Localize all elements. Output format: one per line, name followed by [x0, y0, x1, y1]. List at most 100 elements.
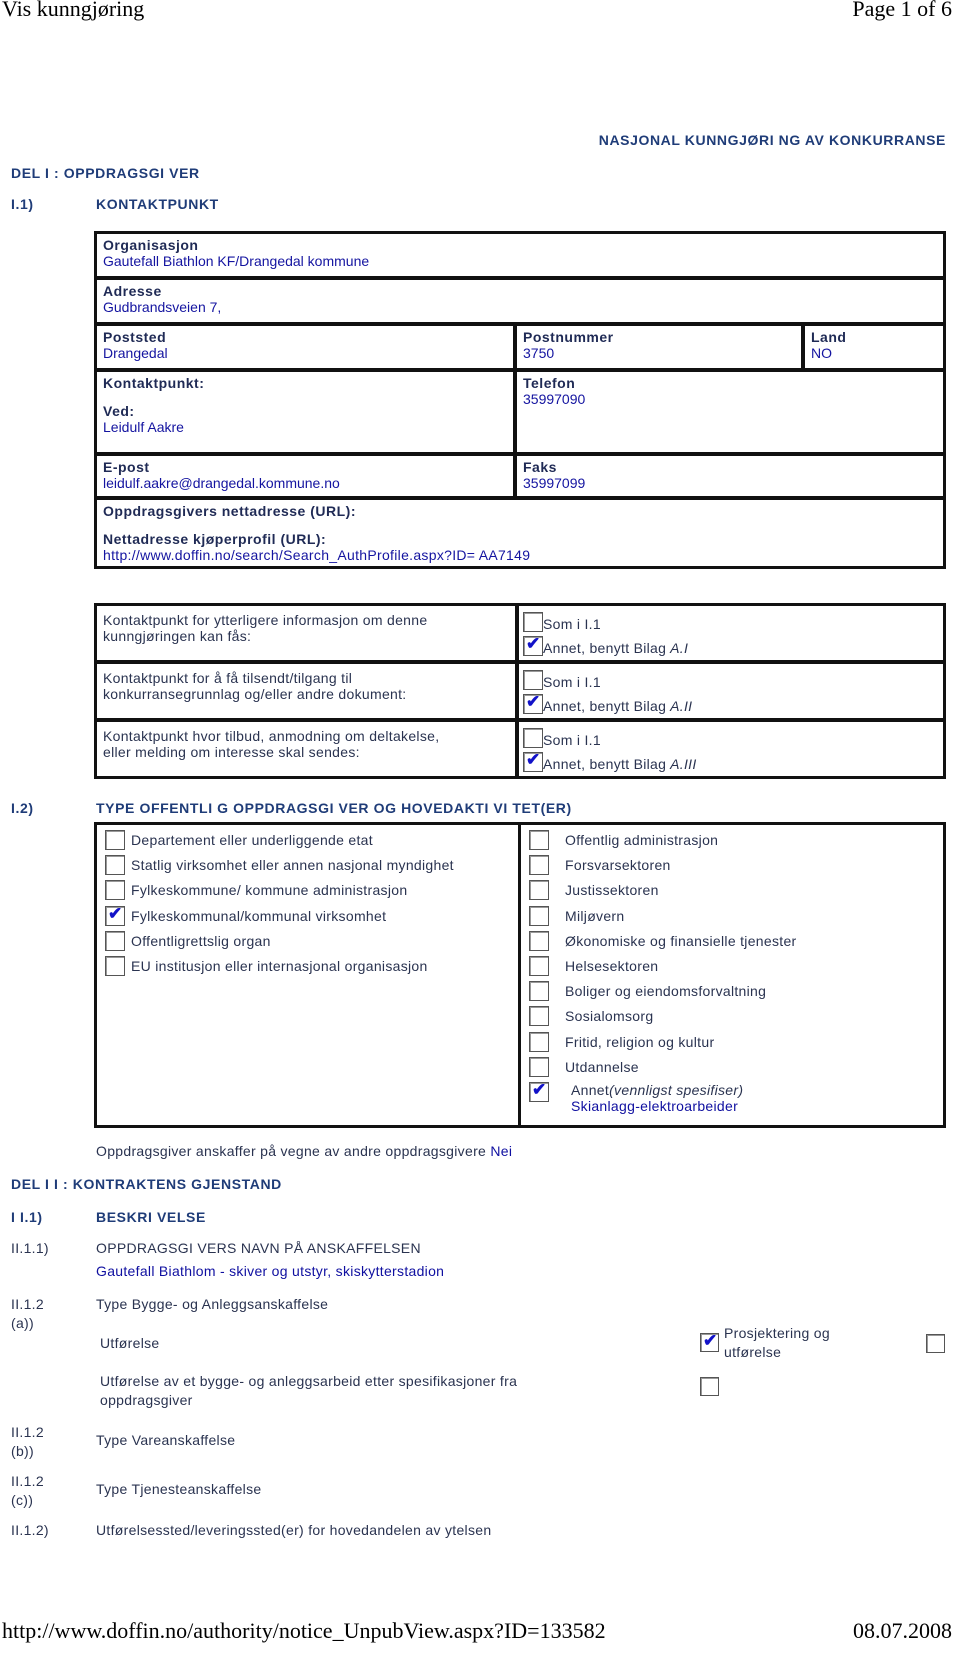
authority-type-label: Fylkeskommune/ kommune administrasjon: [131, 882, 408, 899]
page-header-title: Vis kunngjøring: [2, 0, 145, 21]
authority-type-checkbox[interactable]: [105, 930, 125, 951]
activity-checkbox[interactable]: [529, 1056, 549, 1077]
same-as-i1-checkbox[interactable]: [523, 728, 543, 748]
contact-table: Organisasjon Gautefall Biathlon KF/Drang…: [94, 231, 946, 593]
activity-option[interactable]: Fritid, religion og kultur: [529, 1031, 714, 1052]
activity-option[interactable]: Boliger og eiendomsforvaltning: [529, 981, 767, 1002]
authority-type-option[interactable]: ✔ Fylkeskommunal/kommunal virksomhet: [105, 903, 387, 926]
country-label: Land: [811, 329, 847, 345]
section-ii12b-num2: (b)): [11, 1443, 34, 1459]
execution-checkbox[interactable]: [926, 1334, 945, 1353]
option-same[interactable]: Som i I.1: [523, 724, 939, 748]
activity-other-value: Skianlagg-elektroarbeider: [571, 1098, 739, 1114]
contact-point-options: Som i I.1 ✔ Annet, benytt Bilag A.II: [516, 661, 946, 721]
email-cell: E-post leidulf.aakre@drangedal.kommune.n…: [94, 453, 516, 499]
other-annex-checkbox[interactable]: ✔: [523, 634, 543, 656]
other-annex-checkbox[interactable]: ✔: [523, 692, 543, 714]
activity-option[interactable]: Justissektoren: [529, 880, 659, 901]
city-label: Poststed: [103, 329, 167, 345]
activity-label: Utdannelse: [565, 1058, 639, 1075]
address-cell: Adresse Gudbrandsveien 7,: [94, 277, 946, 325]
section-i2-title: TYPE OFFENTLI G OPPDRAGSGI VER OG HOVEDA…: [96, 800, 572, 816]
option-same[interactable]: Som i I.1: [523, 608, 939, 632]
activity-checkbox[interactable]: [529, 905, 549, 926]
authority-type-option[interactable]: Statlig virksomhet eller annen nasjonal …: [105, 855, 454, 876]
activity-checkbox[interactable]: [529, 1031, 549, 1052]
authority-type-checkbox[interactable]: [105, 880, 125, 901]
contact-point-description: Kontaktpunkt hvor tilbud, anmodning om d…: [94, 719, 518, 779]
email-label: E-post: [103, 459, 150, 475]
activity-other-option[interactable]: ✔ Annet(vennligst spesifiser) Skianlagg-el…: [529, 1080, 743, 1114]
address-label: Adresse: [103, 283, 162, 299]
section-ii122-title: Utførelsessted/leveringssted(er) for hov…: [96, 1522, 492, 1538]
authority-type-option[interactable]: Offentligrettslig organ: [105, 930, 271, 951]
attention-label: Ved:: [103, 403, 135, 419]
authority-type-checkbox[interactable]: [105, 956, 125, 976]
check-icon: ✔: [108, 903, 123, 923]
authority-type-label: Departement eller underliggende etat: [131, 832, 373, 848]
activity-checkbox[interactable]: [529, 855, 549, 876]
contact-point-text-2: eller melding om interesse skal sendes:: [103, 744, 360, 760]
authority-type-label: Fylkeskommunal/kommunal virksomhet: [131, 907, 387, 924]
design-execute-checkbox[interactable]: ✔: [700, 1331, 719, 1352]
footer-url: http://www.doffin.no/authority/notice_Un…: [2, 1618, 606, 1643]
contact-point-description: Kontaktpunkt for ytterligere informasjon…: [94, 603, 518, 663]
activity-checkbox[interactable]: [529, 981, 549, 1002]
authority-type-checkbox[interactable]: ✔: [105, 903, 125, 926]
option-same-label: Som i I.1: [543, 616, 601, 632]
procurement-name: Gautefall Biathlom - skiver og utstyr, s…: [96, 1263, 445, 1279]
activity-label: Boliger og eiendomsforvaltning: [565, 983, 767, 1000]
option-other[interactable]: ✔ Annet, benytt Bilag A.I: [523, 632, 939, 656]
email-value[interactable]: leidulf.aakre@drangedal.kommune.no: [103, 475, 507, 491]
activity-checkbox[interactable]: [529, 880, 549, 901]
activity-option[interactable]: Forsvarsektoren: [529, 855, 671, 876]
option-same[interactable]: Som i I.1: [523, 666, 939, 690]
fax-value: 35997099: [523, 475, 586, 491]
activity-option[interactable]: Helsesektoren: [529, 956, 658, 976]
postcode-value: 3750: [523, 345, 555, 361]
authority-type-checkbox[interactable]: [105, 830, 125, 850]
activity-checkbox[interactable]: [529, 830, 549, 850]
url-label: Oppdragsgivers nettadresse (URL):: [103, 503, 356, 519]
other-annex-checkbox[interactable]: ✔: [523, 750, 543, 772]
activity-other-checkbox[interactable]: ✔: [529, 1080, 549, 1102]
section-ii12a-num2: (a)): [11, 1315, 34, 1331]
fax-cell: Faks 35997099: [514, 453, 946, 499]
activity-option[interactable]: Miljøvern: [529, 905, 625, 926]
option-other[interactable]: ✔ Annet, benytt Bilag A.III: [523, 748, 939, 772]
annex-ref: A.III: [670, 756, 697, 772]
opt-execution-label: Utførelse: [100, 1335, 160, 1351]
authority-type-label: Offentligrettslig organ: [131, 932, 271, 949]
check-icon: ✔: [526, 750, 541, 769]
option-same-label: Som i I.1: [543, 674, 601, 690]
activity-other-label: Annet: [571, 1082, 610, 1098]
activity-checkbox[interactable]: [529, 1006, 549, 1027]
activity-option[interactable]: Økonomiske og finansielle tjenester: [529, 930, 797, 951]
section-ii12a-title: Type Bygge- og Anleggsanskaffelse: [96, 1296, 329, 1312]
same-as-i1-checkbox[interactable]: [523, 612, 543, 632]
check-icon: ✔: [703, 1331, 718, 1350]
attention-value: Leidulf Aakre: [103, 419, 184, 435]
section-i1-title: KONTAKTPUNKT: [96, 196, 219, 212]
phone-value: 35997090: [523, 391, 586, 407]
contact-point-text-1: Kontaktpunkt for å få tilsendt/tilgang t…: [103, 670, 353, 686]
option-other[interactable]: ✔ Annet, benytt Bilag A.II: [523, 690, 939, 714]
activity-checkbox[interactable]: [529, 930, 549, 951]
authority-type-option[interactable]: EU institusjon eller internasjonal organ…: [105, 956, 428, 976]
authority-type-option[interactable]: Departement eller underliggende etat: [105, 830, 373, 850]
footer-date: 08.07.2008: [853, 1618, 952, 1643]
activity-option[interactable]: Utdannelse: [529, 1056, 639, 1077]
section-ii12c-num2: (c)): [11, 1492, 34, 1508]
section-ii11-title: OPPDRAGSGI VERS NAVN PÅ ANSKAFFELSEN: [96, 1240, 421, 1256]
activity-label: Miljøvern: [565, 907, 625, 924]
authority-type-checkbox[interactable]: [105, 855, 125, 876]
activity-option[interactable]: Offentlig administrasjon: [529, 830, 718, 850]
spec-execution-checkbox[interactable]: [700, 1377, 719, 1396]
org-cell: Organisasjon Gautefall Biathlon KF/Drang…: [94, 231, 946, 279]
authority-type-option[interactable]: Fylkeskommune/ kommune administrasjon: [105, 880, 408, 901]
buyer-url-link[interactable]: http://www.doffin.no/search/Search_AuthP…: [103, 547, 937, 563]
activity-option[interactable]: Sosialomsorg: [529, 1006, 653, 1027]
activity-checkbox[interactable]: [529, 956, 549, 976]
same-as-i1-checkbox[interactable]: [523, 670, 543, 690]
section-ii12c-title: Type Tjenesteanskaffelse: [96, 1481, 262, 1497]
